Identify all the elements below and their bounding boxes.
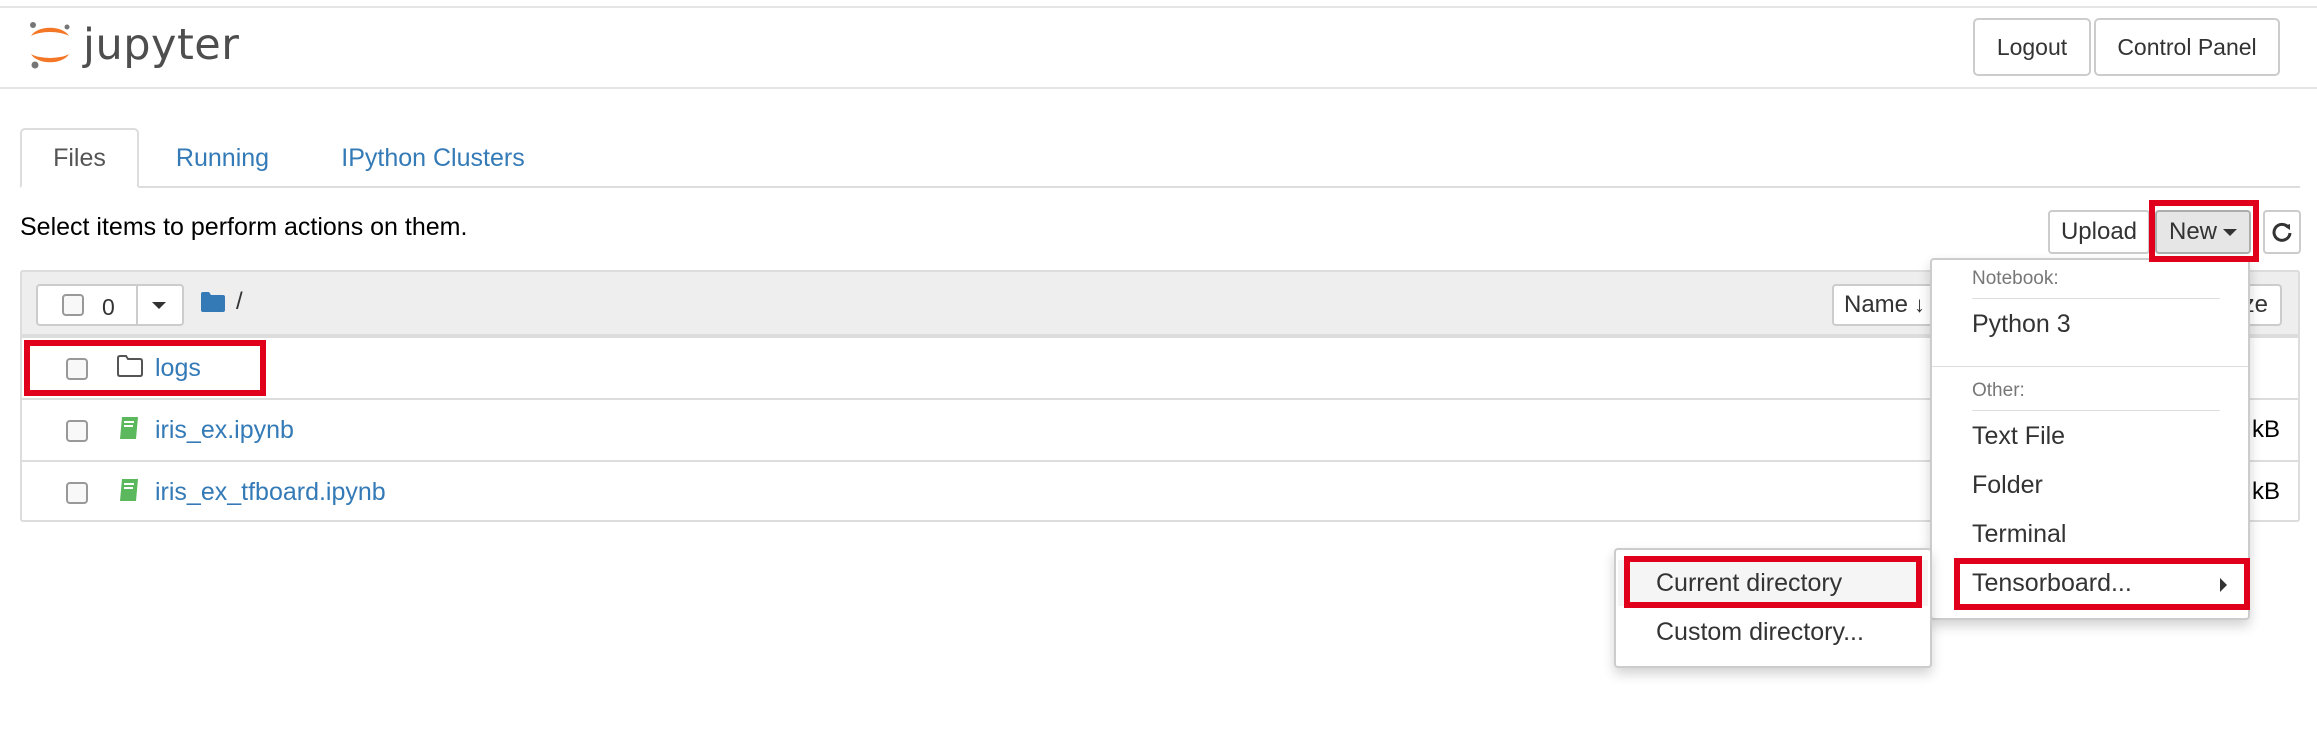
upload-button[interactable]: Upload — [2048, 210, 2150, 254]
tab-running[interactable]: Running — [160, 128, 285, 188]
menu-item-python3[interactable]: Python 3 — [1972, 310, 2071, 339]
caret-down-icon[interactable] — [152, 302, 166, 309]
file-name-link[interactable]: logs — [155, 354, 201, 383]
menu-divider — [1972, 298, 2220, 299]
breadcrumb: / — [200, 288, 243, 316]
logout-button[interactable]: Logout — [1973, 18, 2091, 76]
refresh-icon — [2272, 222, 2292, 242]
menu-item-current-directory[interactable]: Current directory — [1656, 569, 1842, 598]
control-panel-button[interactable]: Control Panel — [2094, 18, 2280, 76]
menu-header-notebook: Notebook: — [1972, 268, 2059, 289]
menu-item-text-file[interactable]: Text File — [1972, 422, 2065, 451]
file-name-link[interactable]: iris_ex_tfboard.ipynb — [155, 478, 386, 507]
row-checkbox[interactable] — [66, 482, 88, 504]
refresh-button[interactable] — [2263, 210, 2301, 254]
tab-files[interactable]: Files — [20, 128, 139, 188]
menu-header-other: Other: — [1972, 380, 2025, 401]
menu-item-folder[interactable]: Folder — [1972, 471, 2043, 500]
select-all-checkbox[interactable] — [62, 294, 84, 316]
file-size: kB — [2252, 416, 2281, 443]
arrow-down-icon: ↓ — [1914, 292, 1926, 317]
notebook-icon — [120, 417, 138, 439]
tab-ipython-clusters[interactable]: IPython Clusters — [328, 128, 538, 188]
caret-right-icon — [2220, 578, 2227, 592]
folder-icon[interactable] — [200, 291, 226, 313]
divider — [136, 286, 138, 324]
menu-item-custom-directory[interactable]: Custom directory... — [1656, 618, 1864, 647]
file-size: kB — [2252, 478, 2281, 505]
new-button-label: New — [2168, 218, 2217, 245]
breadcrumb-root[interactable]: / — [236, 288, 243, 316]
sort-name-label: Name — [1843, 291, 1909, 318]
select-all-control[interactable]: 0 — [36, 284, 184, 326]
new-dropdown-menu: Notebook: Python 3 Other: Text File Fold… — [1930, 258, 2250, 620]
tensorboard-submenu: Current directory Custom directory... — [1614, 548, 1932, 668]
row-checkbox[interactable] — [66, 420, 88, 442]
selected-count: 0 — [102, 294, 115, 320]
menu-item-terminal[interactable]: Terminal — [1972, 520, 2066, 549]
folder-outline-icon — [117, 355, 143, 377]
caret-down-icon — [2223, 228, 2237, 236]
selection-hint: Select items to perform actions on them. — [20, 213, 468, 241]
new-dropdown-button[interactable]: New — [2155, 210, 2251, 254]
logo-text: jupyter — [83, 20, 240, 70]
jupyter-logo[interactable]: jupyter — [25, 18, 239, 72]
menu-item-tensorboard[interactable]: Tensorboard... — [1972, 569, 2132, 598]
menu-divider — [1932, 366, 2248, 367]
file-name-link[interactable]: iris_ex.ipynb — [155, 416, 294, 445]
jupyter-logo-icon — [25, 18, 75, 72]
header-divider — [0, 87, 2317, 89]
notebook-icon — [120, 479, 138, 501]
top-border — [0, 6, 2317, 8]
row-checkbox[interactable] — [66, 358, 88, 380]
menu-divider — [1972, 410, 2220, 411]
sort-name-button[interactable]: Name ↓ — [1832, 284, 1937, 326]
